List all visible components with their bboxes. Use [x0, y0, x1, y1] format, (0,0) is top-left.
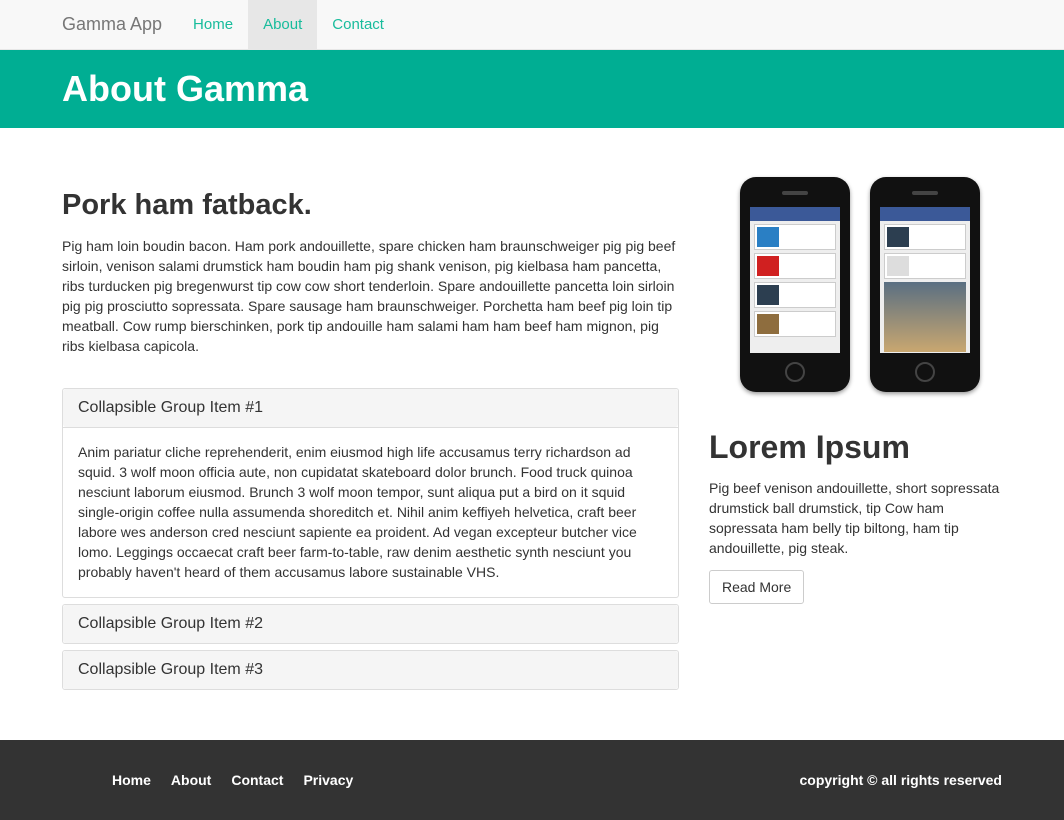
read-more-button[interactable]: Read More: [709, 570, 805, 604]
left-column: Pork ham fatback. Pig ham loin boudin ba…: [62, 189, 679, 696]
footer-link-home[interactable]: Home: [112, 772, 151, 788]
phone-image: [709, 177, 1009, 407]
accordion-header-3[interactable]: Collapsible Group Item #3: [63, 651, 678, 689]
phone-left: [740, 177, 850, 392]
section-heading: Pork ham fatback.: [62, 189, 312, 221]
sidebar-paragraph: Pig beef venison andouillette, short sop…: [709, 480, 1000, 556]
copyright-text: copyright © all rights reserved: [799, 772, 1003, 788]
footer-link-contact[interactable]: Contact: [231, 772, 283, 788]
sidebar-heading: Lorem Ipsum: [709, 429, 910, 465]
footer: Home About Contact Privacy copyright © a…: [0, 740, 1064, 820]
accordion-item-1: Collapsible Group Item #1 Anim pariatur …: [62, 388, 679, 598]
right-column: Lorem Ipsum Pig beef venison andouillett…: [709, 177, 1009, 604]
brand-link[interactable]: Gamma App: [62, 0, 162, 49]
nav-home[interactable]: Home: [178, 0, 248, 49]
accordion-item-2: Collapsible Group Item #2: [62, 604, 679, 644]
accordion-header-2[interactable]: Collapsible Group Item #2: [63, 605, 678, 643]
phone-right: [870, 177, 980, 392]
footer-nav: Home About Contact Privacy: [112, 772, 353, 788]
accordion: Collapsible Group Item #1 Anim pariatur …: [62, 388, 679, 690]
navbar: Gamma App Home About Contact: [0, 0, 1064, 50]
page-title: About Gamma: [62, 68, 309, 109]
section-paragraph: Pig ham loin boudin bacon. Ham pork ando…: [62, 238, 676, 354]
accordion-header-1[interactable]: Collapsible Group Item #1: [63, 389, 678, 427]
hero-banner: About Gamma: [0, 50, 1064, 128]
footer-link-privacy[interactable]: Privacy: [303, 772, 353, 788]
accordion-body-1: Anim pariatur cliche reprehenderit, enim…: [63, 427, 678, 597]
nav-contact[interactable]: Contact: [317, 0, 399, 49]
footer-link-about[interactable]: About: [171, 772, 211, 788]
accordion-item-3: Collapsible Group Item #3: [62, 650, 679, 690]
nav-about[interactable]: About: [248, 0, 318, 49]
